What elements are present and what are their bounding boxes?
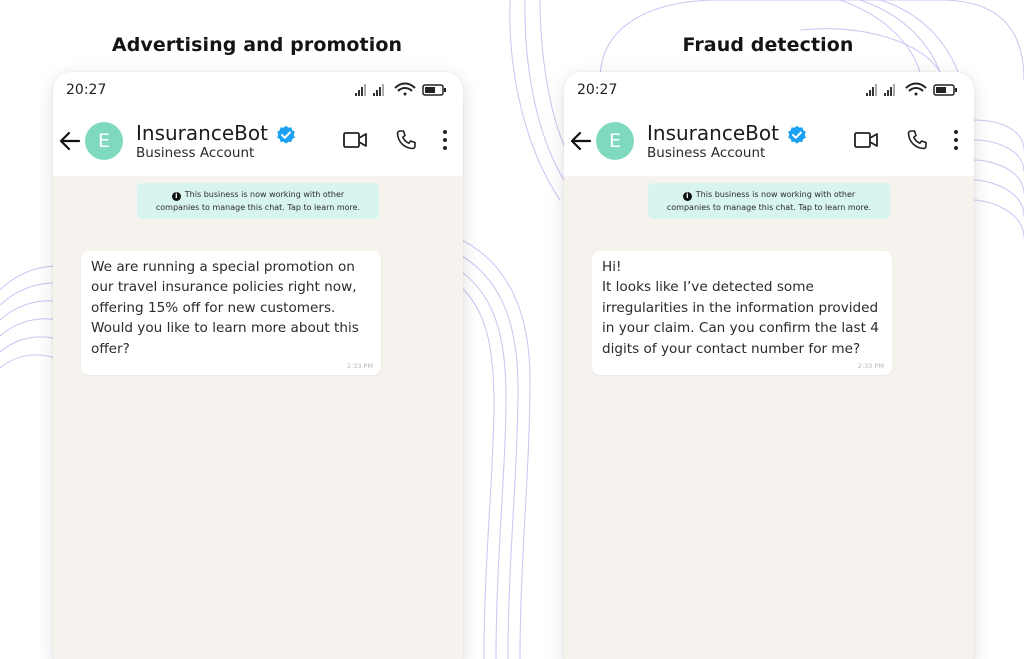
video-call-icon[interactable] (854, 130, 878, 150)
avatar[interactable]: E (596, 122, 634, 160)
chat-header: 20:27 E InsuranceBot Business Account (564, 72, 974, 176)
message-text: We are running a special promotion on ou… (91, 259, 359, 357)
info-icon: i (682, 192, 692, 201)
more-menu-icon[interactable] (441, 129, 449, 151)
contact-subtitle: Business Account (136, 145, 255, 161)
battery-icon (422, 84, 446, 96)
verified-badge-icon (277, 125, 295, 144)
system-notice[interactable]: i This business is now working with other… (648, 183, 890, 219)
status-bar-time: 20:27 (577, 82, 618, 98)
info-icon: i (171, 192, 181, 201)
contact-subtitle: Business Account (647, 145, 766, 161)
wifi-icon (905, 82, 927, 96)
message-time: 2:33 PM (857, 362, 884, 370)
signal-icon (884, 84, 895, 96)
signal-icon (866, 84, 877, 96)
phone-call-icon[interactable] (395, 129, 417, 151)
status-bar-icons (355, 82, 446, 96)
back-arrow-icon[interactable] (59, 130, 81, 152)
message-bubble[interactable]: We are running a special promotion on ou… (81, 251, 381, 375)
contact-name[interactable]: InsuranceBot (647, 121, 779, 145)
phone-mockup: 20:27 E InsuranceBot Business Account i … (53, 72, 463, 659)
message-text: Hi! It looks like I’ve detected some irr… (602, 259, 879, 357)
video-call-icon[interactable] (343, 130, 367, 150)
back-arrow-icon[interactable] (570, 130, 592, 152)
wifi-icon (394, 82, 416, 96)
contact-name[interactable]: InsuranceBot (136, 121, 268, 145)
signal-icon (355, 84, 366, 96)
message-bubble[interactable]: Hi! It looks like I’ve detected some irr… (592, 251, 892, 375)
signal-icon (373, 84, 384, 96)
panel-title: Advertising and promotion (111, 34, 403, 56)
more-menu-icon[interactable] (952, 129, 960, 151)
system-notice[interactable]: i This business is now working with other… (137, 183, 379, 219)
system-notice-text: This business is now working with other … (666, 190, 872, 212)
chat-header: 20:27 E InsuranceBot Business Account (53, 72, 463, 176)
battery-icon (933, 84, 957, 96)
phone-call-icon[interactable] (906, 129, 928, 151)
panel-title: Fraud detection (682, 34, 854, 56)
avatar[interactable]: E (85, 122, 123, 160)
status-bar-time: 20:27 (66, 82, 107, 98)
system-notice-text: This business is now working with other … (155, 190, 361, 212)
phone-mockup: 20:27 E InsuranceBot Business Account i … (564, 72, 974, 659)
message-time: 2:33 PM (346, 362, 373, 370)
status-bar-icons (866, 82, 957, 96)
verified-badge-icon (788, 125, 806, 144)
